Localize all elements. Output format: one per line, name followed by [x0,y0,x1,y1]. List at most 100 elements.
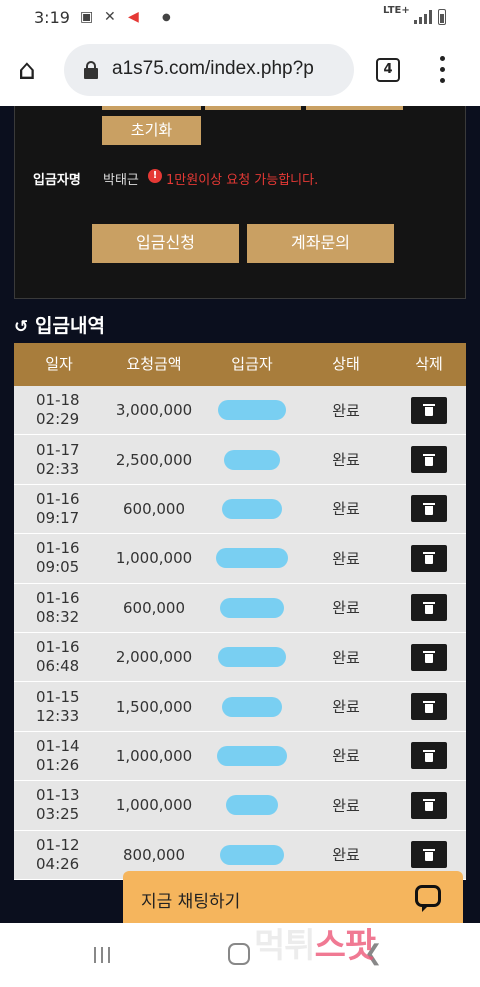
delete-button[interactable] [411,396,447,424]
row-delete [392,435,466,483]
browser-toolbar: ⌂ a1s75.com/index.php?p 4 [0,34,480,106]
delete-button[interactable] [411,594,447,622]
trash-icon [423,799,435,812]
delete-button[interactable] [411,495,447,523]
recent-apps-icon[interactable] [94,947,112,963]
status-bar: 3:19 ▣ ✕ ◀ ● LTE+ [0,0,480,34]
trash-icon [423,502,435,515]
row-status: 완료 [332,698,360,717]
megaphone-icon: ◀ [128,9,139,25]
row-date: 01-14 [36,736,80,755]
gallery-icon: ▣ [80,9,94,25]
delete-button[interactable] [411,791,447,819]
table-row: 01-16 06:48 2,000,000 완료 [14,632,466,683]
table-row: 01-14 01:26 1,000,000 완료 [14,731,466,782]
url-bar[interactable]: a1s75.com/index.php?p [64,44,354,96]
column-header-delete: 삭제 [415,355,443,373]
amount-button-partial[interactable] [205,106,301,110]
row-status: 완료 [332,747,360,766]
row-time: 08:32 [36,607,80,626]
row-amount: 1,000,000 [115,796,193,815]
history-refresh-icon[interactable]: ↺ [14,317,31,337]
redacted-depositor-name [224,449,280,470]
network-type: LTE+ [383,5,410,16]
row-status: 완료 [332,796,360,815]
deposit-request-button[interactable]: 입금신청 [92,224,239,263]
trash-icon [423,552,435,565]
amount-button-partial[interactable] [306,106,403,110]
redacted-depositor-name [220,597,284,618]
column-header-status: 상태 [332,355,360,373]
row-datetime: 01-16 06:48 [14,633,104,681]
row-depositor [204,682,300,730]
home-icon[interactable]: ⌂ [18,56,36,84]
row-amount: 600,000 [122,598,186,617]
row-amount: 1,500,000 [115,697,193,716]
more-menu-icon[interactable] [432,52,452,88]
reset-button[interactable]: 초기화 [102,116,201,145]
status-time: 3:19 [34,8,70,27]
table-row: 01-16 09:05 1,000,000 완료 [14,534,466,584]
tab-switcher-button[interactable]: 4 [376,58,400,82]
delete-button[interactable] [411,544,447,572]
delete-button[interactable] [411,841,447,869]
delete-button[interactable] [411,742,447,770]
row-datetime: 01-12 04:26 [14,831,104,879]
trash-icon [423,700,435,713]
live-chat-button[interactable]: 지금 채팅하기 [123,871,463,923]
missed-call-icon: ✕ [104,9,116,25]
deposit-form-panel: 초기화 입금자명 박태근 ! 1만원이상 요청 가능합니다. 입금신청 계좌문의 [14,106,466,299]
home-button-icon[interactable] [228,943,250,965]
row-depositor [204,534,300,582]
row-datetime: 01-17 02:33 [14,435,104,483]
table-row: 01-17 02:33 2,500,000 완료 [14,435,466,485]
row-datetime: 01-13 03:25 [14,781,104,829]
redacted-depositor-name [226,795,278,816]
row-date: 01-13 [36,786,80,805]
account-inquiry-button[interactable]: 계좌문의 [247,224,394,263]
depositor-name: 박태근 [103,173,139,188]
row-depositor [204,485,300,533]
row-delete [392,584,466,632]
row-status: 완료 [332,401,360,420]
url-text[interactable]: a1s75.com/index.php?p [112,58,314,80]
deposit-history-table: 일자 요청금액 입금자 상태 삭제 01-18 02:29 3,000,000 완료 0… [14,343,466,880]
lock-icon [84,61,98,79]
table-header: 일자 요청금액 입금자 상태 삭제 [14,343,466,386]
chat-bubble-icon [415,885,441,912]
row-delete [392,682,466,730]
row-depositor [204,732,300,780]
row-amount: 600,000 [122,499,186,518]
row-datetime: 01-16 08:32 [14,584,104,632]
row-amount: 1,000,000 [115,746,193,765]
row-date: 01-16 [36,489,80,508]
column-header-depositor: 입금자 [231,355,273,373]
row-time: 12:33 [36,706,80,725]
delete-button[interactable] [411,643,447,671]
delete-button[interactable] [411,446,447,474]
trash-icon [423,749,435,762]
row-depositor [204,386,300,434]
history-title: 입금내역 [35,315,105,337]
trash-icon [423,453,435,466]
row-amount: 3,000,000 [115,401,193,420]
depositor-label: 입금자명 [33,173,81,188]
row-amount: 2,500,000 [115,450,193,469]
table-row: 01-15 12:33 1,500,000 완료 [14,682,466,732]
signal-icon [414,10,432,24]
amount-button-partial[interactable] [102,106,201,110]
system-navigation-bar: ❮ [0,923,480,987]
row-status: 완료 [332,500,360,519]
trash-icon [423,404,435,417]
row-status: 완료 [332,648,360,667]
watermark-logo: 먹튀스팟 [254,926,376,966]
row-date: 01-15 [36,687,80,706]
redacted-depositor-name [216,548,288,569]
delete-button[interactable] [411,693,447,721]
table-row: 01-16 09:17 600,000 완료 [14,484,466,535]
redacted-depositor-name [217,745,287,766]
row-delete [392,633,466,681]
row-delete [392,781,466,829]
notification-dot-icon: ● [162,12,171,23]
row-datetime: 01-16 09:05 [14,534,104,582]
